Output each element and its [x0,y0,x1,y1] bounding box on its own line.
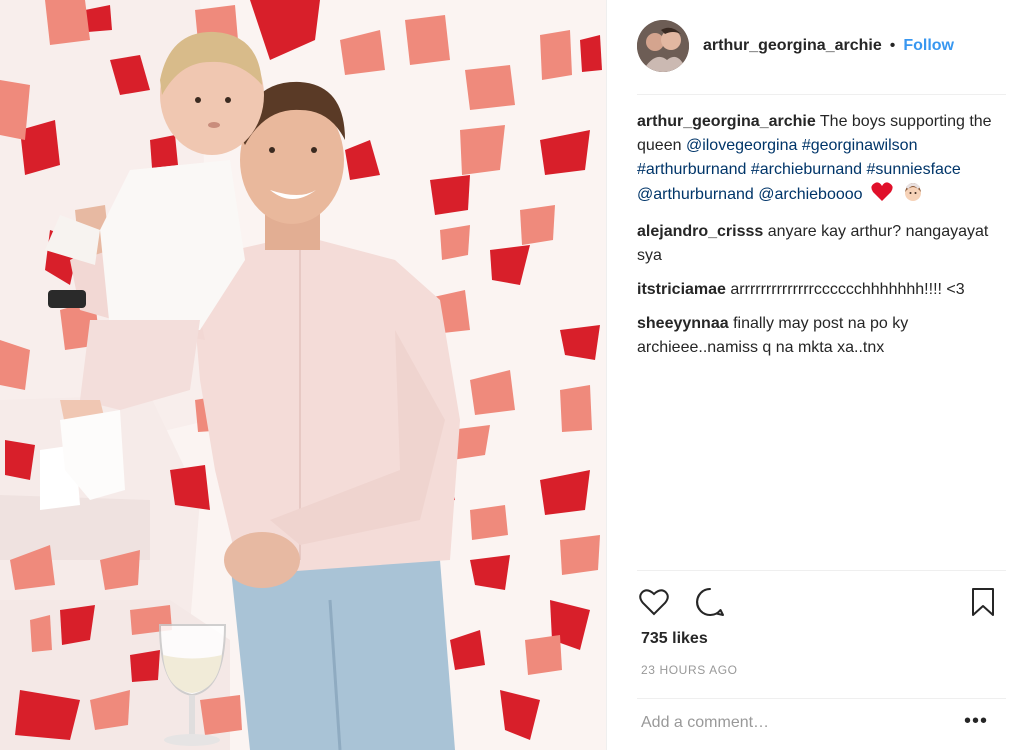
avatar[interactable] [637,20,689,72]
heart-outline-icon[interactable] [637,585,671,619]
hashtag-link[interactable]: #sunniesface [867,161,961,178]
hashtag-link[interactable]: #georginawilson [802,137,918,154]
post-header: arthur_georgina_archie • Follow [637,16,1000,76]
header-divider [637,94,1006,95]
comment-username[interactable]: sheeyynnaa [637,315,729,332]
comments-list: arthur_georgina_archie The boys supporti… [637,110,1004,370]
separator-dot: • [889,37,896,54]
post-photo[interactable] [0,0,606,750]
hashtag-link[interactable]: #archieburnand [751,161,862,178]
comment-item: itstriciamae arrrrrrrrrrrrrrcccccchhhhhh… [637,278,1004,302]
action-bar [637,584,1000,620]
comment-username[interactable]: alejandro_crisss [637,223,763,240]
add-comment-input[interactable] [641,708,931,738]
mention-link[interactable]: @ilovegeorgina [686,137,797,154]
comment-username[interactable]: itstriciamae [637,281,726,298]
caption: arthur_georgina_archie The boys supporti… [637,110,1004,210]
comment-item: alejandro_crisss anyare kay arthur? nang… [637,220,1004,268]
post-side-panel: arthur_georgina_archie • Follow arthur_g… [606,0,1024,750]
actions-divider [637,570,1006,571]
speech-bubble-icon[interactable] [693,585,727,619]
mention-link[interactable]: @archieboooo [758,186,862,203]
likes-count[interactable]: 735 likes [641,630,708,648]
comment-text: arrrrrrrrrrrrrrcccccchhhhhhh!!!! <3 [730,281,965,298]
hashtag-link[interactable]: #arthurburnand [637,161,746,178]
comment-item: sheeyynnaa finally may post na po ky arc… [637,312,1004,360]
caption-username[interactable]: arthur_georgina_archie [637,113,816,130]
header-username[interactable]: arthur_georgina_archie [703,37,882,55]
red-heart-emoji-icon [871,182,893,210]
bookmark-icon[interactable] [966,585,1000,619]
comment-divider [637,698,1006,699]
ellipsis-icon[interactable]: ••• [964,711,988,731]
mention-link[interactable]: @arthurburnand [637,186,754,203]
post-timestamp[interactable]: 23 HOURS AGO [641,663,738,677]
avatar-image [637,20,689,72]
follow-button[interactable]: Follow [903,37,954,55]
bride-emoji-icon [903,182,923,210]
photo-illustration [0,0,606,750]
instagram-post: arthur_georgina_archie • Follow arthur_g… [0,0,1024,750]
